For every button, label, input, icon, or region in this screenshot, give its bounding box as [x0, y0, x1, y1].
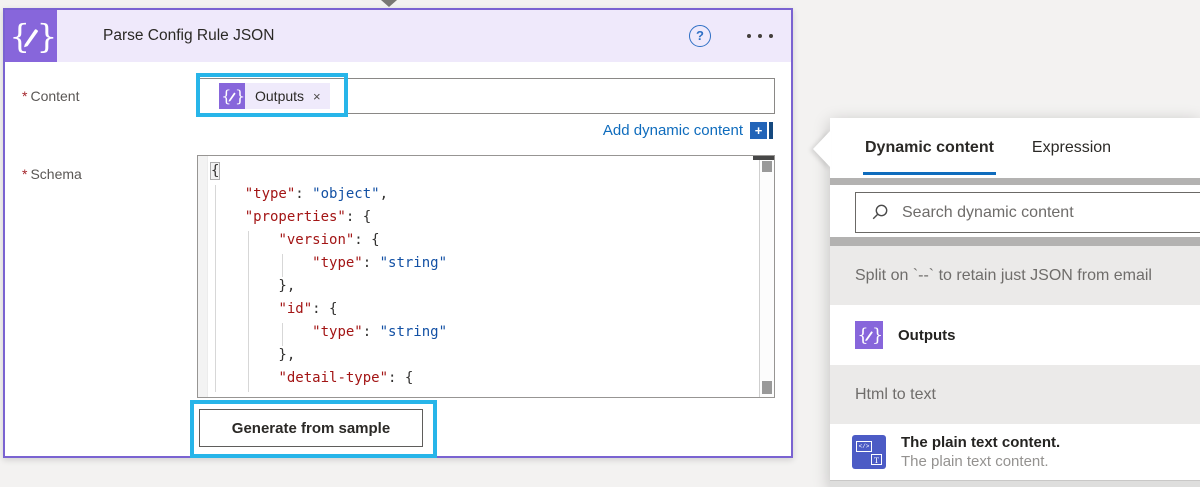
schema-scrollbar[interactable]	[759, 156, 774, 397]
plus-icon[interactable]: +	[750, 122, 767, 139]
item-subtitle: The plain text content.	[901, 453, 1060, 470]
parse-json-icon: {}	[219, 83, 245, 109]
plus-bar-icon	[769, 122, 773, 139]
search-box[interactable]	[855, 192, 1200, 233]
content-field-label: *Content	[22, 88, 80, 104]
scrollbar-thumb[interactable]	[762, 161, 772, 172]
required-marker: *	[22, 88, 27, 104]
tab-expression[interactable]: Expression	[1032, 118, 1111, 178]
item-title: The plain text content.	[901, 434, 1060, 451]
svg-text:{: {	[221, 87, 231, 106]
parse-json-icon: {}	[855, 321, 883, 349]
search-icon	[870, 203, 890, 223]
add-dynamic-content-label[interactable]: Add dynamic content	[603, 122, 743, 139]
more-options-icon[interactable]	[747, 34, 773, 38]
editor-gutter	[198, 156, 208, 397]
panel-tabs: Dynamic content Expression	[865, 118, 1111, 178]
action-title: Parse Config Rule JSON	[103, 10, 274, 62]
add-dynamic-content-plus-icon[interactable]: +	[750, 122, 773, 139]
svg-text:}: }	[235, 87, 245, 106]
tab-dynamic-content[interactable]: Dynamic content	[865, 118, 994, 178]
action-card-header[interactable]: {} Parse Config Rule JSON ?	[5, 10, 791, 62]
panel-divider	[830, 178, 1200, 185]
schema-field-label: *Schema	[22, 166, 82, 182]
add-dynamic-content-link[interactable]: Add dynamic content +	[603, 122, 773, 139]
panel-beak	[813, 130, 831, 168]
dynamic-content-item[interactable]: {} Outputs	[830, 305, 1200, 365]
token-label: Outputs	[255, 88, 304, 104]
dynamic-content-item[interactable]: </>T The plain text content. The plain tex…	[830, 424, 1200, 480]
scrollbar-bottom-block[interactable]	[762, 381, 772, 394]
schema-label-text: Schema	[30, 166, 81, 182]
token-body: Outputs ×	[245, 83, 330, 109]
help-icon[interactable]: ?	[689, 25, 711, 47]
item-title: Outputs	[898, 327, 956, 344]
flow-connector-arrow-icon	[381, 0, 397, 7]
remove-token-icon[interactable]: ×	[313, 89, 321, 104]
content-label-text: Content	[30, 88, 79, 104]
svg-text:}: }	[872, 326, 883, 346]
content-input[interactable]: {} Outputs ×	[197, 78, 775, 114]
outputs-token[interactable]: {} Outputs ×	[219, 83, 330, 109]
svg-text:}: }	[37, 17, 57, 55]
parse-json-action-card: {} Parse Config Rule JSON ? *Content {} …	[3, 8, 793, 458]
dynamic-group-header: Html to text	[830, 365, 1200, 424]
list-overflow-row	[830, 480, 1200, 487]
parse-json-icon: {}	[5, 10, 57, 62]
scrollbar-overview-strip	[753, 156, 775, 160]
svg-text:{: {	[9, 17, 30, 55]
required-marker: *	[22, 166, 27, 182]
search-section	[830, 185, 1200, 237]
search-input[interactable]	[890, 204, 1200, 222]
dynamic-content-panel: Dynamic content Expression Split on `--` …	[830, 118, 1200, 487]
html-to-text-icon: </>T	[852, 435, 886, 469]
dynamic-content-list: Split on `--` to retain just JSON from e…	[830, 246, 1200, 480]
svg-text:{: {	[857, 326, 868, 346]
dynamic-group-header: Split on `--` to retain just JSON from e…	[830, 246, 1200, 305]
flow-designer-canvas: {} Parse Config Rule JSON ? *Content {} …	[0, 0, 1200, 487]
panel-divider	[830, 237, 1200, 246]
schema-editor[interactable]: { "type": "object", "properties": { "ver…	[197, 155, 775, 398]
schema-code[interactable]: { "type": "object", "properties": { "ver…	[211, 160, 756, 390]
generate-from-sample-button[interactable]: Generate from sample	[199, 409, 423, 447]
